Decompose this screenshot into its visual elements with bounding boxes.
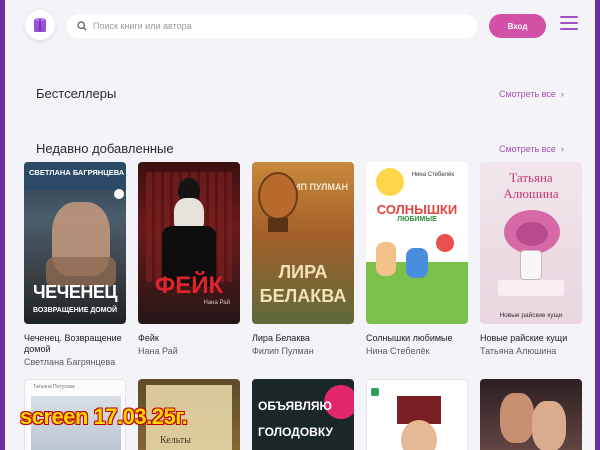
book-card[interactable]: Татьяна Алюшина Новые райские кущи Новые… — [480, 162, 582, 357]
header: Вход — [5, 0, 595, 52]
book-title[interactable]: Чеченец. Возвращение домой — [24, 333, 126, 355]
cover-author: СВЕТЛАНА БАГРЯНЦЕВА — [29, 168, 125, 177]
cover-subtitle: ЛЮБИМЫЕ — [397, 216, 437, 223]
cover-title: ЛИРА — [278, 262, 328, 282]
book-cover[interactable]: Татьяна Алюшина Новые райские кущи — [480, 162, 582, 324]
logo[interactable] — [25, 10, 55, 40]
cover-author: Татьяна Петухова — [33, 384, 75, 390]
see-all-label: Смотреть все — [499, 144, 556, 154]
book-card[interactable]: Нина Стебелёк СОЛНЫШКИ ЛЮБИМЫЕ Солнышки … — [366, 162, 468, 357]
cover-title-2: БЕЛАКВА — [259, 286, 347, 306]
page: Вход Бестселлеры Смотреть все › Недавно … — [5, 0, 595, 450]
book-author[interactable]: Нина Стебелёк — [366, 346, 468, 357]
cover-author: Татьяна — [509, 170, 553, 185]
section-title-recent: Недавно добавленные — [36, 141, 174, 156]
chevron-right-icon: › — [560, 144, 564, 154]
cover-title: Кельты — [160, 435, 191, 446]
book-card[interactable]: ФЕЙК Нана Рай Фейк Нана Рай — [138, 162, 240, 357]
login-button[interactable]: Вход — [489, 14, 546, 38]
see-all-bestsellers-link[interactable]: Смотреть все › — [499, 89, 564, 99]
cover-subtitle: ВОЗВРАЩЕНИЕ ДОМОЙ — [32, 307, 118, 314]
section-title-bestsellers: Бестселлеры — [36, 86, 117, 101]
cover-title: ФЕЙК — [154, 272, 224, 299]
cover-title: СОЛНЫШКИ — [376, 202, 458, 217]
book-title[interactable]: Лира Белаква — [252, 333, 354, 344]
search-icon — [77, 21, 87, 31]
cover-author-2: Алюшина — [503, 186, 559, 201]
menu-icon[interactable] — [560, 16, 578, 30]
see-all-label: Смотреть все — [499, 89, 556, 99]
book-cover[interactable] — [480, 379, 582, 450]
search-bar — [67, 14, 477, 38]
book-logo-icon — [34, 18, 46, 32]
book-author[interactable]: Татьяна Алюшина — [480, 346, 582, 357]
book-author[interactable]: Нана Рай — [138, 346, 240, 357]
cover-author: Нана Рай — [203, 300, 230, 306]
book-title[interactable]: Новые райские кущи — [480, 333, 582, 344]
book-card[interactable]: ФИЛИП ПУЛМАН ЛИРА БЕЛАКВА Лира Белаква Ф… — [252, 162, 354, 357]
book-cover[interactable] — [366, 379, 468, 450]
chevron-right-icon: › — [560, 89, 564, 99]
book-cover[interactable]: ОБЪЯВЛЯЮ ГОЛОДОВКУ — [252, 379, 354, 450]
book-cover[interactable]: ФИЛИП ПУЛМАН ЛИРА БЕЛАКВА — [252, 162, 354, 324]
book-author[interactable]: Филип Пулман — [252, 346, 354, 357]
cover-title: Новые райские кущи — [499, 312, 563, 319]
screenshot-date-stamp: screen 17.03.25г. — [20, 404, 188, 429]
cover-title: ОБЪЯВЛЯЮ — [258, 399, 332, 413]
book-title[interactable]: Солнышки любимые — [366, 333, 468, 344]
book-card[interactable]: СВЕТЛАНА БАГРЯНЦЕВА ЧЕЧЕНЕЦ ВОЗВРАЩЕНИЕ … — [24, 162, 126, 368]
search-input[interactable] — [93, 21, 453, 31]
cover-title: ЧЕЧЕНЕЦ — [33, 282, 117, 302]
book-author[interactable]: Светлана Багрянцева — [24, 357, 126, 368]
book-cover[interactable]: СВЕТЛАНА БАГРЯНЦЕВА ЧЕЧЕНЕЦ ВОЗВРАЩЕНИЕ … — [24, 162, 126, 324]
book-cover[interactable]: ФЕЙК Нана Рай — [138, 162, 240, 324]
book-cover[interactable]: Нина Стебелёк СОЛНЫШКИ ЛЮБИМЫЕ — [366, 162, 468, 324]
cover-title-2: ГОЛОДОВКУ — [258, 425, 333, 439]
cover-author: Нина Стебелёк — [411, 172, 454, 178]
book-title[interactable]: Фейк — [138, 333, 240, 344]
see-all-recent-link[interactable]: Смотреть все › — [499, 144, 564, 154]
